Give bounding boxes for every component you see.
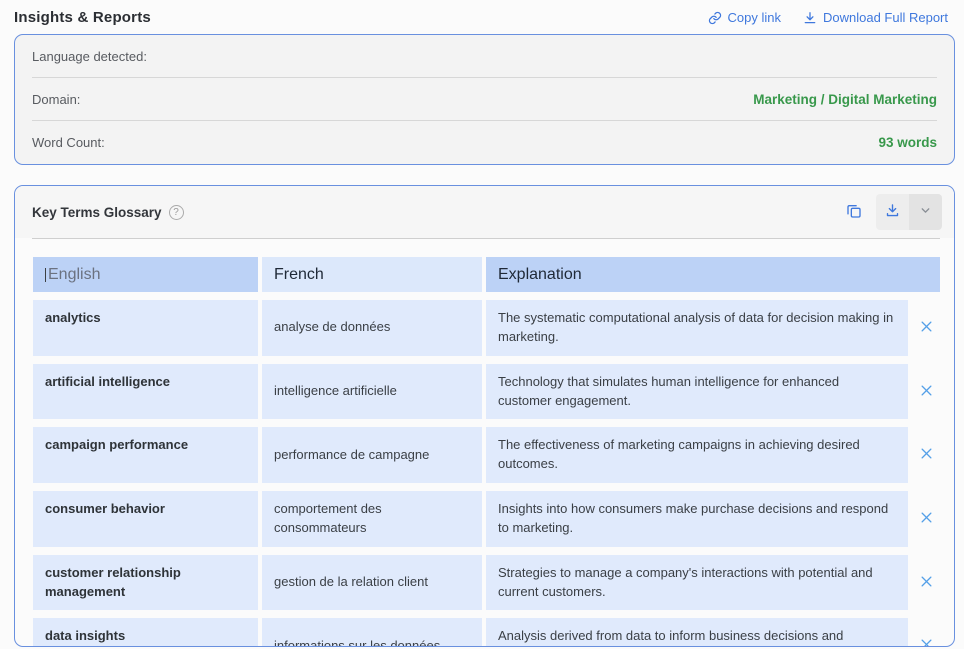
- term-english[interactable]: campaign performance: [33, 427, 258, 483]
- page-title: Insights & Reports: [14, 9, 151, 26]
- column-header-french[interactable]: French: [262, 257, 482, 292]
- column-header-explanation[interactable]: Explanation: [486, 257, 940, 292]
- download-options-button[interactable]: [909, 194, 942, 230]
- copy-icon: [846, 203, 862, 222]
- download-table-button[interactable]: [876, 194, 909, 230]
- word-count-value: 93 words: [878, 135, 937, 150]
- column-header-english[interactable]: English: [33, 257, 258, 292]
- term-explanation[interactable]: Insights into how consumers make purchas…: [486, 491, 908, 547]
- close-icon: [919, 446, 934, 464]
- glossary-toolbar: [842, 194, 942, 230]
- help-icon[interactable]: ?: [169, 205, 184, 220]
- top-actions: Copy link Download Full Report: [708, 10, 948, 25]
- summary-row-language: Language detected:: [32, 35, 937, 78]
- domain-label: Domain:: [32, 92, 80, 107]
- remove-term-button[interactable]: [917, 317, 936, 339]
- download-icon: [803, 11, 817, 25]
- column-header-french-label: French: [274, 266, 324, 284]
- text-cursor: [45, 268, 46, 282]
- term-english[interactable]: customer relationship management: [33, 555, 258, 611]
- term-explanation[interactable]: Analysis derived from data to inform bus…: [486, 618, 908, 647]
- summary-row-word-count: Word Count: 93 words: [32, 121, 937, 164]
- term-english[interactable]: analytics: [33, 300, 258, 356]
- summary-card: Language detected: Domain: Marketing / D…: [14, 34, 955, 165]
- glossary-table: English French Explanation analytics ana…: [33, 257, 940, 647]
- copy-link-label: Copy link: [728, 10, 781, 25]
- domain-value: Marketing / Digital Marketing: [753, 92, 937, 107]
- term-english[interactable]: data insights: [33, 618, 258, 647]
- close-icon: [919, 510, 934, 528]
- term-explanation[interactable]: The effectiveness of marketing campaigns…: [486, 427, 908, 483]
- remove-term-button[interactable]: [917, 508, 936, 530]
- download-full-report-label: Download Full Report: [823, 10, 948, 25]
- term-english[interactable]: consumer behavior: [33, 491, 258, 547]
- top-bar: Insights & Reports Copy link Download Fu…: [0, 0, 964, 34]
- remove-term-button[interactable]: [917, 444, 936, 466]
- term-french[interactable]: analyse de données: [262, 300, 482, 356]
- glossary-card: Key Terms Glossary ?: [14, 185, 955, 647]
- term-explanation[interactable]: Strategies to manage a company's interac…: [486, 555, 908, 611]
- remove-term-button[interactable]: [917, 572, 936, 594]
- glossary-title: Key Terms Glossary: [32, 205, 162, 220]
- remove-term-button[interactable]: [917, 635, 936, 647]
- term-explanation[interactable]: Technology that simulates human intellig…: [486, 364, 908, 420]
- column-header-explanation-label: Explanation: [498, 266, 582, 284]
- copy-table-button[interactable]: [842, 199, 866, 226]
- term-explanation[interactable]: The systematic computational analysis of…: [486, 300, 908, 356]
- chevron-down-icon: [919, 204, 932, 220]
- download-icon: [885, 203, 900, 221]
- term-french[interactable]: informations sur les données: [262, 618, 482, 647]
- glossary-header: Key Terms Glossary ?: [15, 186, 954, 238]
- word-count-label: Word Count:: [32, 135, 105, 150]
- summary-row-domain: Domain: Marketing / Digital Marketing: [32, 78, 937, 121]
- close-icon: [919, 574, 934, 592]
- download-full-report-button[interactable]: Download Full Report: [803, 10, 948, 25]
- close-icon: [919, 637, 934, 647]
- divider: [32, 238, 940, 239]
- close-icon: [919, 319, 934, 337]
- remove-term-button[interactable]: [917, 381, 936, 403]
- term-french[interactable]: intelligence artificielle: [262, 364, 482, 420]
- column-header-english-label: English: [48, 266, 100, 284]
- term-french[interactable]: comportement des consommateurs: [262, 491, 482, 547]
- download-split-button: [876, 194, 942, 230]
- term-english[interactable]: artificial intelligence: [33, 364, 258, 420]
- language-detected-label: Language detected:: [32, 49, 147, 64]
- copy-link-button[interactable]: Copy link: [708, 10, 781, 25]
- close-icon: [919, 383, 934, 401]
- term-french[interactable]: gestion de la relation client: [262, 555, 482, 611]
- link-icon: [708, 11, 722, 25]
- term-french[interactable]: performance de campagne: [262, 427, 482, 483]
